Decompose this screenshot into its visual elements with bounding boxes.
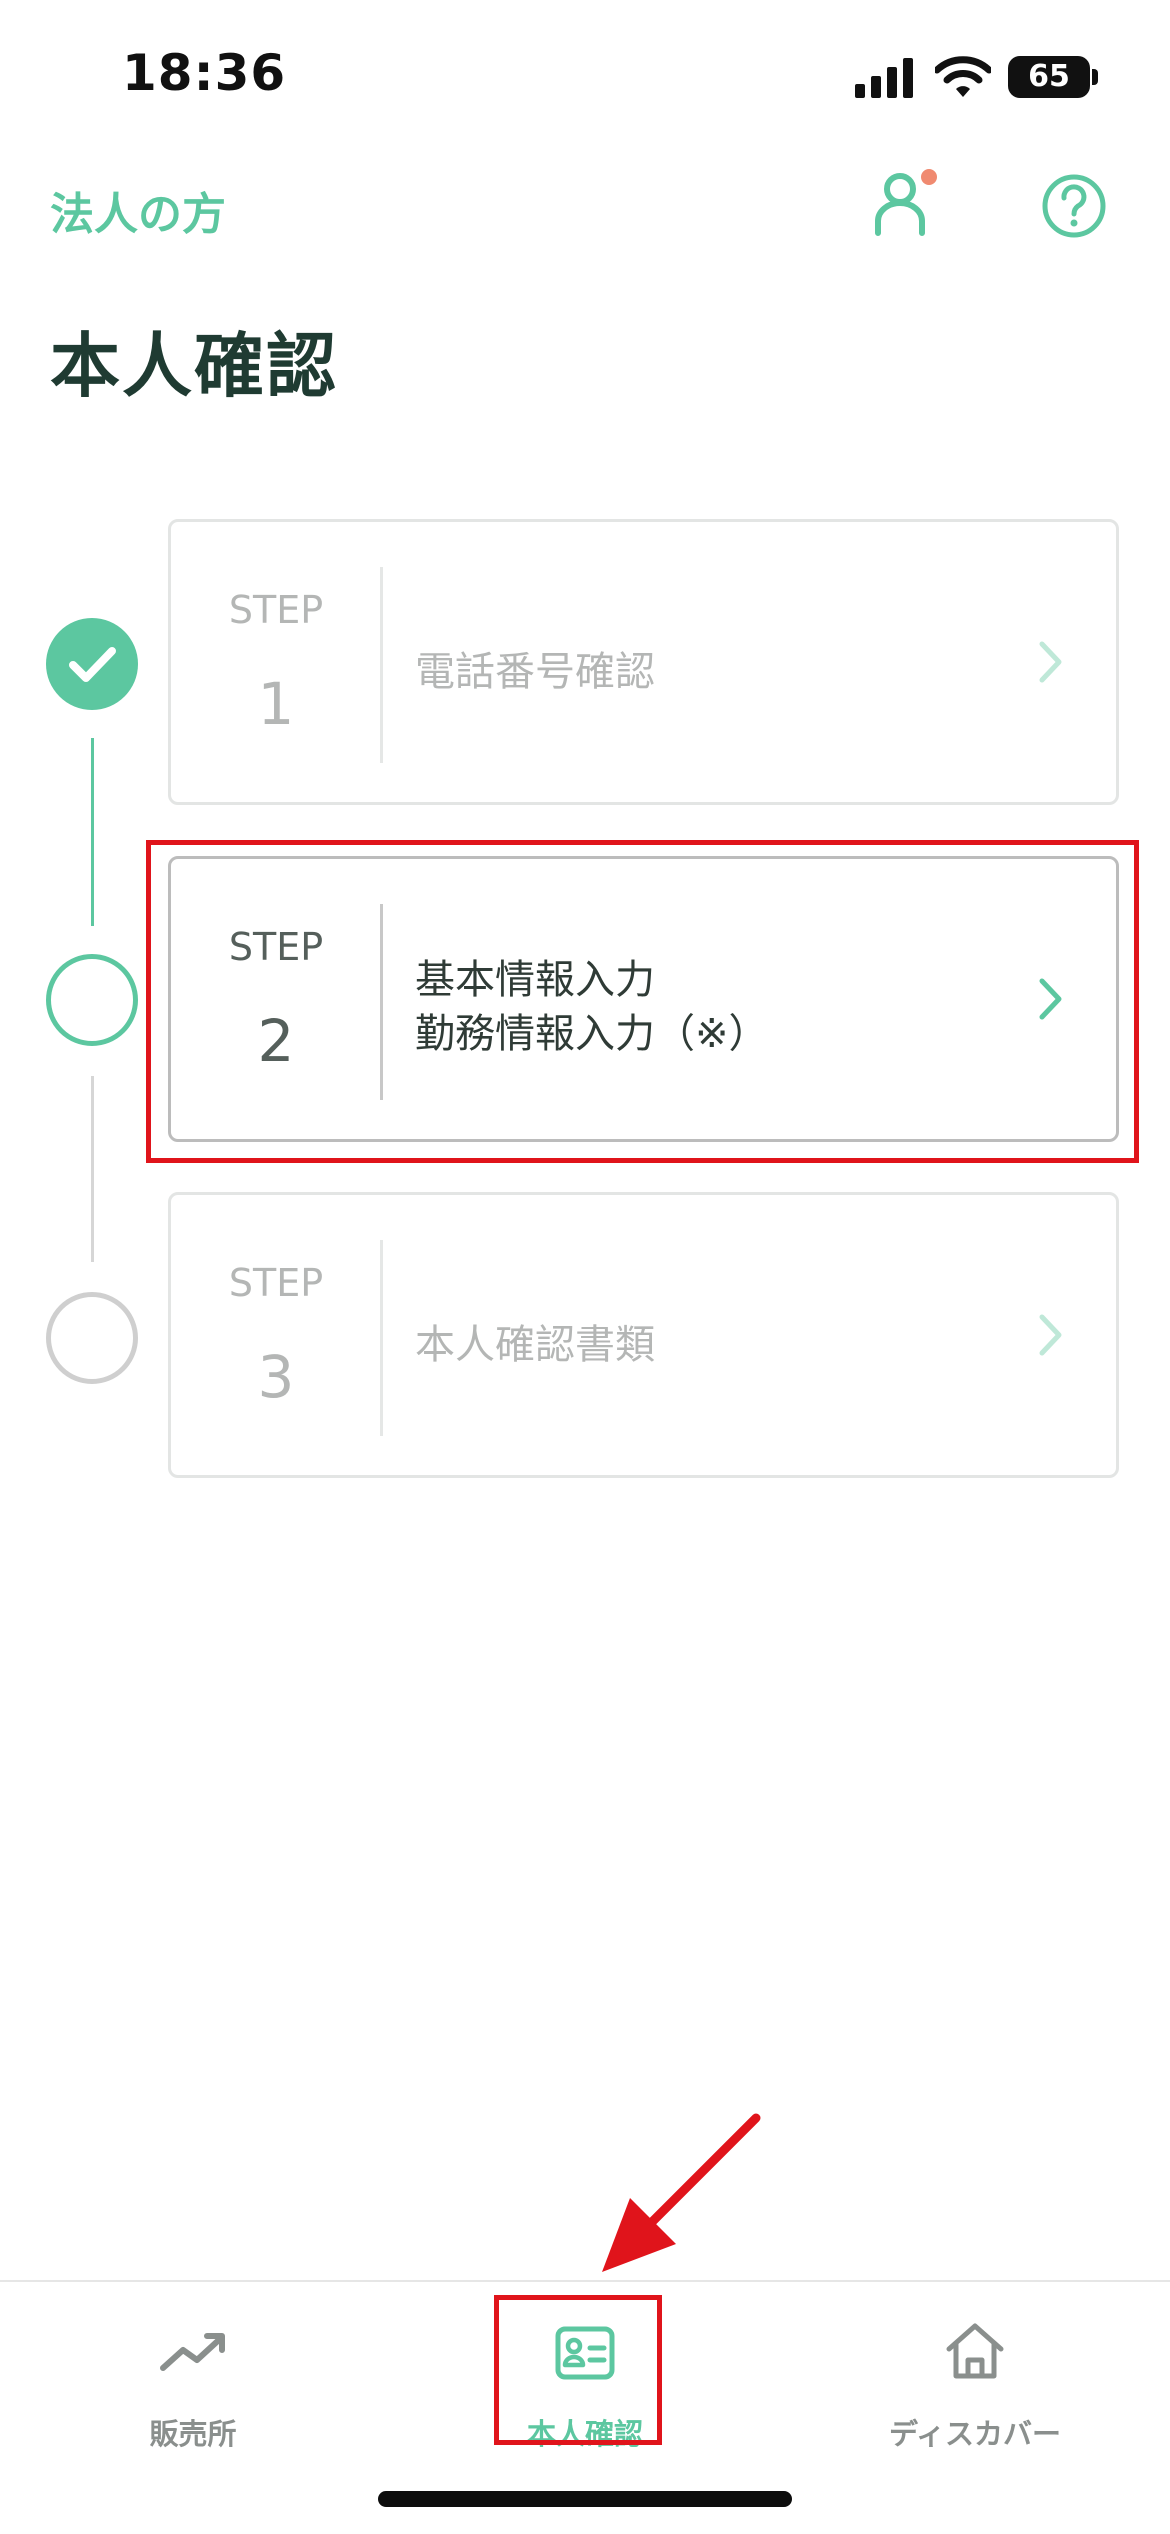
wifi-icon (935, 56, 991, 97)
chevron-right-icon (1039, 641, 1062, 683)
card-divider (380, 567, 383, 763)
tab-identity-verification[interactable]: 本人確認 (465, 2304, 705, 2454)
corporate-link[interactable]: 法人の方 (50, 178, 226, 242)
trend-up-icon (160, 2333, 225, 2371)
step-title-line-2: 勤務情報入力（※） (415, 1011, 769, 1057)
step-label: STEP (228, 588, 324, 632)
cellular-signal-icon (855, 58, 913, 98)
card-divider (380, 1240, 383, 1436)
tab-label: ディスカバー (889, 2417, 1061, 2451)
step-title: 電話番号確認 (415, 649, 655, 695)
battery-tip (1092, 69, 1098, 85)
step-number: 3 (257, 1343, 295, 1411)
timeline-connector-1 (91, 738, 94, 926)
step-label: STEP (228, 1261, 324, 1305)
timeline-connector-2 (91, 1076, 94, 1262)
account-icon[interactable] (868, 165, 948, 245)
home-icon (946, 2323, 1004, 2379)
card-divider (380, 904, 383, 1100)
chevron-right-icon (1039, 978, 1062, 1020)
step-card-3[interactable]: STEP 3 本人確認書類 (168, 1192, 1119, 1478)
help-icon[interactable] (1040, 172, 1108, 240)
step-card-1[interactable]: STEP 1 電話番号確認 (168, 519, 1119, 805)
id-card-icon (555, 2326, 615, 2380)
notification-dot (921, 169, 937, 185)
step-1-completed-node (46, 618, 138, 710)
page-title: 本人確認 (50, 325, 338, 407)
step-2-current-node (46, 954, 138, 1046)
tab-label: 本人確認 (526, 2417, 643, 2451)
home-indicator (378, 2491, 792, 2507)
step-title-line-1: 基本情報入力 (415, 957, 655, 1003)
check-icon (69, 647, 116, 682)
step-title: 本人確認書類 (415, 1322, 655, 1368)
step-number: 2 (257, 1007, 295, 1075)
step-label: STEP (228, 925, 324, 969)
chevron-right-icon (1039, 1314, 1062, 1356)
tab-exchange[interactable]: 販売所 (73, 2304, 313, 2454)
step-number: 1 (257, 670, 295, 738)
tab-discover[interactable]: ディスカバー (855, 2304, 1095, 2454)
battery-indicator: 65 (1008, 56, 1090, 98)
step-3-pending-node (46, 1292, 138, 1384)
step-card-2[interactable]: STEP 2 基本情報入力 勤務情報入力（※） (168, 856, 1119, 1142)
status-time: 18:36 (122, 44, 287, 102)
tab-label: 販売所 (149, 2417, 237, 2451)
